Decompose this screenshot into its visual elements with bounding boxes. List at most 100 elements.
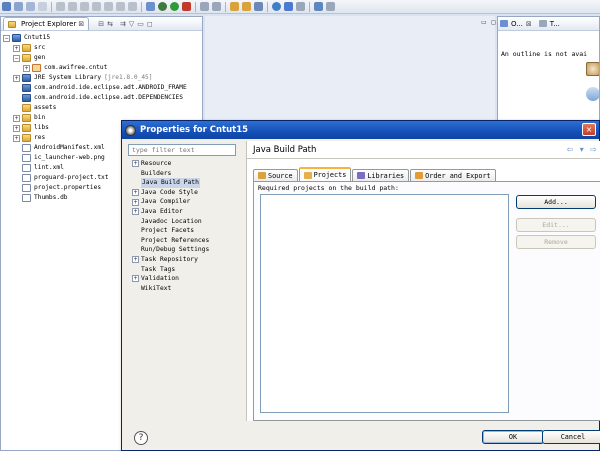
nav-item[interactable]: Java Build Path [132, 178, 242, 188]
step-over-icon[interactable] [116, 2, 125, 11]
edit-button[interactable]: Edit... [516, 218, 596, 232]
web-browser-icon[interactable] [272, 2, 281, 11]
suspend-icon[interactable] [68, 2, 77, 11]
nav-item[interactable]: Javadoc Location [132, 217, 242, 227]
run-icon[interactable] [170, 2, 179, 11]
search-icon[interactable] [254, 2, 263, 11]
nav-item[interactable]: + Java Editor [132, 207, 242, 217]
filter-input[interactable] [128, 144, 236, 156]
folder-icon [22, 134, 31, 142]
filter-icon[interactable]: ⇉ [120, 20, 126, 28]
expand-toggle-icon[interactable]: + [132, 256, 139, 264]
resume-icon[interactable] [56, 2, 65, 11]
tree-item[interactable]: + JRE System Library [jre1.8.0_45] [3, 73, 202, 83]
nav-item[interactable]: Task Tags [132, 265, 242, 275]
android-sdk-icon[interactable] [146, 2, 155, 11]
tab-source[interactable]: Source [253, 169, 298, 181]
tree-item[interactable]: − gen [3, 53, 202, 63]
step-into-icon[interactable] [104, 2, 113, 11]
terminate-icon[interactable] [80, 2, 89, 11]
nav-item[interactable]: Project Facets [132, 226, 242, 236]
tab-task-list[interactable]: T... [550, 20, 560, 28]
external-tools-icon[interactable] [182, 2, 191, 11]
save-all-icon[interactable] [26, 2, 35, 11]
minimize-icon[interactable]: ▭ [481, 19, 487, 26]
new-icon[interactable] [2, 2, 11, 11]
close-icon[interactable]: ⊠ [78, 20, 84, 28]
help-icon[interactable]: ? [134, 431, 148, 445]
expand-toggle-icon[interactable]: + [23, 64, 30, 72]
tab-libraries[interactable]: Libraries [352, 169, 410, 181]
tree-item[interactable]: − Cntut15 [3, 33, 202, 43]
tab-order-and-export[interactable]: Order and Export [410, 169, 496, 181]
close-icon[interactable]: × [582, 123, 596, 136]
nav-item[interactable]: WikiText [132, 284, 242, 294]
tree-item-label: Cntut15 [24, 34, 51, 41]
collapse-all-icon[interactable]: ⊟ [98, 20, 104, 28]
maximize-icon[interactable]: ◻ [491, 19, 496, 26]
expand-toggle-icon[interactable]: + [132, 189, 139, 197]
tree-item[interactable]: com.android.ide.eclipse.adt.DEPENDENCIES [3, 93, 202, 103]
nav-item[interactable]: Project References [132, 236, 242, 246]
next-annotation-icon[interactable] [296, 2, 305, 11]
expand-toggle-icon[interactable]: + [13, 124, 20, 132]
tree-item[interactable]: + com.awifree.cntut [3, 63, 202, 73]
ok-button[interactable]: OK [482, 430, 544, 444]
nav-item[interactable]: + Validation [132, 274, 242, 284]
minimize-icon[interactable]: ▭ [137, 20, 144, 28]
annotation-icon[interactable] [284, 2, 293, 11]
expand-toggle-icon[interactable]: + [13, 74, 20, 82]
tree-item-label: JRE System Library [34, 74, 102, 81]
build-path-tabs: Source Projects Libraries Order and Export [253, 167, 496, 181]
expand-toggle-icon[interactable]: + [132, 208, 139, 216]
microphone-icon[interactable] [586, 87, 599, 101]
required-projects-list[interactable] [260, 194, 509, 413]
expand-toggle-icon[interactable]: − [3, 34, 10, 42]
tree-item-label: AndroidManifest.xml [34, 144, 105, 151]
nav-item[interactable]: + Java Code Style [132, 188, 242, 198]
disconnect-icon[interactable] [92, 2, 101, 11]
new-java-project-icon[interactable] [200, 2, 209, 11]
history-nav-arrows[interactable]: ⇦ ▾ ⇨ [566, 145, 599, 154]
expand-toggle-icon[interactable]: + [13, 44, 20, 52]
nav-item-label: Java Editor [141, 207, 183, 215]
tree-item[interactable]: + src [3, 43, 202, 53]
expand-toggle-icon[interactable]: + [132, 275, 139, 283]
close-icon[interactable]: ⊠ [526, 20, 532, 28]
forward-icon[interactable] [326, 2, 335, 11]
nav-item[interactable]: + Resource [132, 159, 242, 169]
tab-project-explorer[interactable]: Project Explorer ⊠ [3, 17, 90, 30]
nav-item[interactable]: + Java Compiler [132, 197, 242, 207]
expand-toggle-icon[interactable]: + [132, 198, 139, 206]
nav-item[interactable]: + Task Repository [132, 255, 242, 265]
nav-item[interactable]: Builders [132, 169, 242, 179]
tree-item[interactable]: com.android.ide.eclipse.adt.ANDROID_FRAM… [3, 83, 202, 93]
expand-toggle-icon[interactable]: − [13, 54, 20, 62]
maximize-icon[interactable]: ◻ [147, 20, 153, 28]
step-return-icon[interactable] [128, 2, 137, 11]
tab-outline[interactable]: O... [511, 20, 523, 28]
back-icon[interactable] [314, 2, 323, 11]
view-menu-icon[interactable]: ▽ [129, 20, 134, 28]
expand-toggle-icon[interactable]: + [13, 114, 20, 122]
dialog-title-bar[interactable]: Properties for Cntut15 × [122, 121, 599, 139]
tab-projects[interactable]: Projects [298, 167, 352, 181]
link-with-editor-icon[interactable]: ⇆ [107, 20, 113, 28]
avatar-icon[interactable] [586, 62, 599, 76]
page-title: Java Build Path [253, 145, 317, 155]
add-button[interactable]: Add... [516, 195, 596, 209]
tab-label: Order and Export [425, 171, 491, 180]
nav-item-label: Java Compiler [141, 198, 191, 206]
expand-toggle-icon[interactable]: + [132, 160, 139, 168]
tree-item[interactable]: assets [3, 103, 202, 113]
new-package-icon[interactable] [212, 2, 221, 11]
print-icon[interactable] [38, 2, 47, 11]
remove-button[interactable]: Remove [516, 235, 596, 249]
nav-item[interactable]: Run/Debug Settings [132, 245, 242, 255]
cancel-button[interactable]: Cancel [542, 430, 600, 444]
save-icon[interactable] [14, 2, 23, 11]
expand-toggle-icon[interactable]: + [13, 134, 20, 142]
open-type-icon[interactable] [230, 2, 239, 11]
debug-icon[interactable] [158, 2, 167, 11]
open-task-icon[interactable] [242, 2, 251, 11]
